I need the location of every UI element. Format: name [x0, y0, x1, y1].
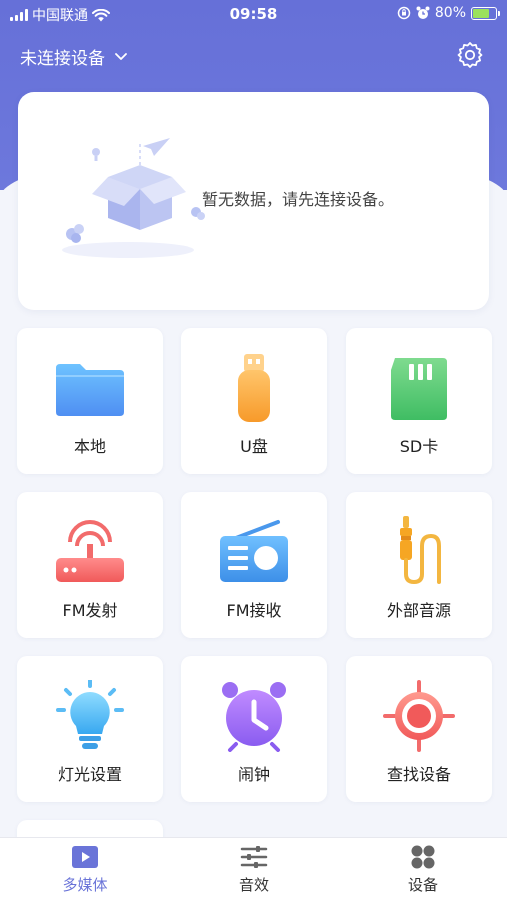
- tile-sd-card[interactable]: SD卡: [346, 328, 492, 474]
- grid-apps-icon: [411, 845, 435, 869]
- tile-fm-receive[interactable]: FM接收: [181, 492, 327, 638]
- tile-alarm[interactable]: 闹钟: [181, 656, 327, 802]
- folder-icon: [56, 364, 124, 416]
- tile-label: 闹钟: [237, 765, 270, 784]
- settings-gear-icon[interactable]: [455, 40, 485, 70]
- tab-multimedia[interactable]: 多媒体: [25, 844, 145, 895]
- tile-local[interactable]: 本地: [17, 328, 163, 474]
- sd-card-icon: [391, 358, 447, 420]
- tile-label: 灯光设置: [57, 765, 122, 784]
- tab-label: 设备: [407, 876, 438, 894]
- tile-find-device[interactable]: 查找设备: [346, 656, 492, 802]
- tile-label: U盘: [240, 437, 268, 456]
- no-device-card: 暂无数据，请先连接设备。: [18, 92, 489, 310]
- battery-icon: [471, 6, 500, 20]
- play-video-icon: [72, 846, 98, 868]
- lightbulb-icon: [56, 680, 124, 749]
- tab-device[interactable]: 设备: [363, 844, 483, 895]
- bottom-nav: 多媒体 音效 设备: [0, 837, 507, 900]
- device-selector-label: 未连接设备: [20, 49, 105, 69]
- usb-drive-icon: [238, 354, 270, 422]
- locate-icon: [383, 680, 455, 752]
- audio-jack-icon: [400, 516, 441, 585]
- radio-icon: [220, 520, 288, 582]
- tile-label: 本地: [73, 437, 106, 456]
- alarm-clock-icon: [222, 682, 286, 752]
- device-selector[interactable]: 未连接设备: [20, 44, 127, 69]
- equalizer-icon: [240, 846, 268, 868]
- tile-fm-transmit[interactable]: FM发射: [17, 492, 163, 638]
- tile-light-settings[interactable]: 灯光设置: [17, 656, 163, 802]
- tile-label: FM接收: [226, 601, 282, 620]
- empty-box-illustration: [62, 138, 205, 258]
- alarm-status-icon: [416, 6, 430, 19]
- tab-label: 音效: [238, 876, 269, 894]
- status-bar: 中国联通 09:58 80%: [0, 0, 507, 28]
- screen-lock-icon: [397, 6, 411, 20]
- tile-label: 外部音源: [386, 601, 451, 620]
- tile-label: FM发射: [62, 601, 118, 620]
- tab-sound-effects[interactable]: 音效: [194, 844, 314, 895]
- chevron-down-icon: [115, 52, 127, 60]
- tile-usb[interactable]: U盘: [181, 328, 327, 474]
- tile-external-audio[interactable]: 外部音源: [346, 492, 492, 638]
- tab-label: 多媒体: [62, 876, 108, 894]
- battery-percent: 80%: [434, 5, 466, 21]
- tile-label: SD卡: [399, 437, 439, 456]
- tile-label: 查找设备: [386, 765, 451, 784]
- fm-transmitter-icon: [56, 520, 124, 582]
- empty-state-message: 暂无数据，请先连接设备。: [202, 190, 395, 209]
